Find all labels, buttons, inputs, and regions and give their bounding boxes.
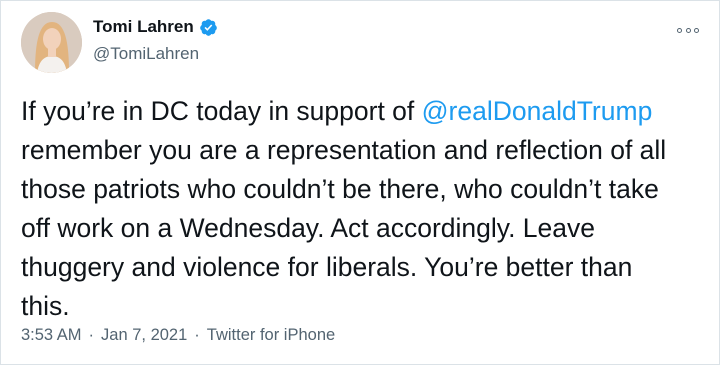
tweet-time[interactable]: 3:53 AM	[21, 326, 82, 345]
more-dot	[685, 27, 691, 33]
meta-separator: ·	[194, 326, 200, 344]
tweet-text: If you’re in DC today in support of @rea…	[21, 92, 701, 326]
tweet-source[interactable]: Twitter for iPhone	[207, 326, 335, 345]
author-name-row[interactable]: Tomi Lahren	[93, 17, 218, 37]
more-dot	[677, 27, 682, 33]
tweet-text-after: remember you are a representation and re…	[21, 135, 667, 321]
mention-link[interactable]: @realDonaldTrump	[422, 96, 653, 126]
more-dot	[694, 27, 699, 33]
author-handle[interactable]: @TomiLahren	[93, 44, 199, 64]
author-name[interactable]: Tomi Lahren	[93, 17, 194, 37]
avatar-image	[21, 12, 82, 73]
more-options-icon[interactable]	[677, 23, 699, 37]
tweet-card: Tomi Lahren @TomiLahren If you’re in DC …	[0, 0, 720, 365]
avatar[interactable]	[21, 12, 82, 73]
tweet-date[interactable]: Jan 7, 2021	[101, 326, 187, 345]
verified-badge-icon	[199, 18, 217, 36]
tweet-meta: 3:53 AM · Jan 7, 2021 · Twitter for iPho…	[21, 326, 335, 345]
meta-separator: ·	[88, 326, 95, 344]
tweet-text-before: If you’re in DC today in support of	[21, 96, 422, 126]
